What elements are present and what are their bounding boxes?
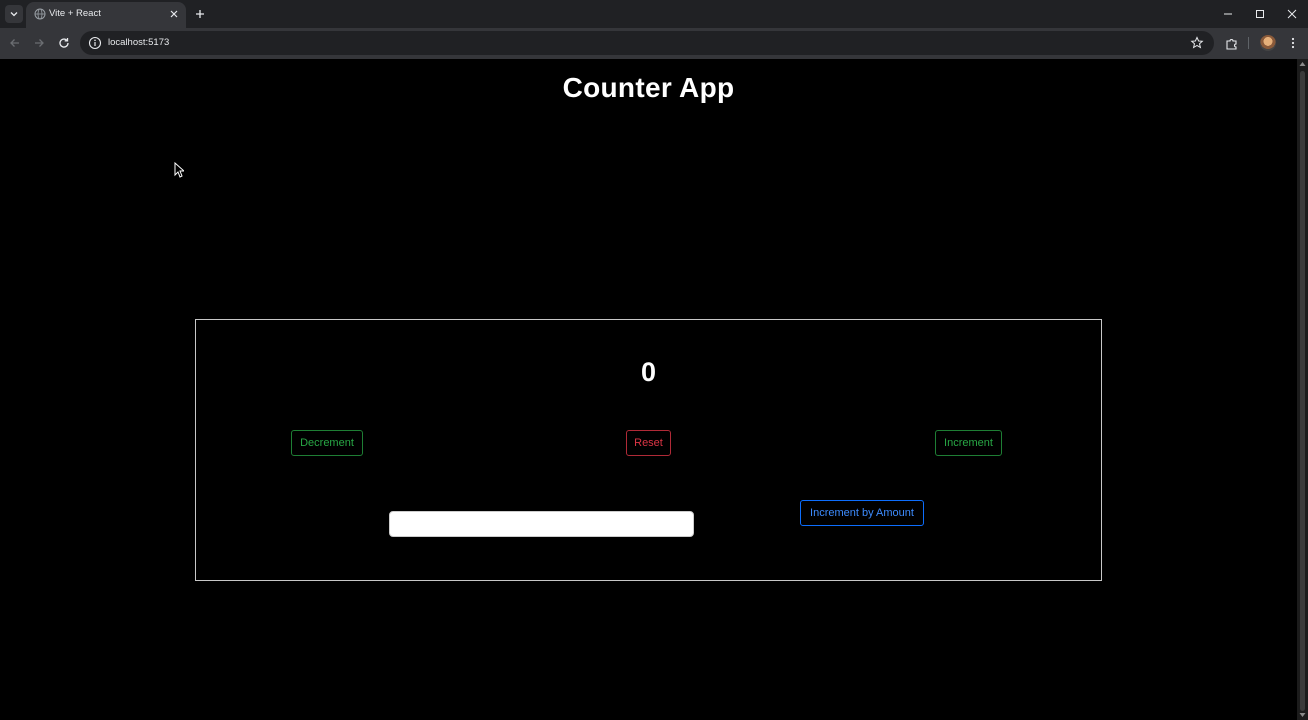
plus-icon (196, 10, 204, 18)
close-icon (170, 10, 178, 18)
extensions-button[interactable] (1222, 34, 1240, 52)
browser-tab[interactable]: Vite + React (26, 2, 186, 28)
page-title: Counter App (562, 72, 735, 103)
new-tab-button[interactable] (192, 6, 208, 22)
more-vertical-icon (1291, 37, 1295, 49)
arrow-right-icon (35, 39, 44, 47)
reset-button[interactable]: Reset (626, 430, 671, 456)
url-text: localhost:5173 (108, 37, 170, 48)
browser-toolbar: localhost:5173 (0, 28, 1308, 59)
tab-search-button[interactable] (5, 5, 23, 23)
close-tab-button[interactable] (168, 8, 180, 20)
maximize-button[interactable] (1251, 5, 1269, 23)
close-icon (1287, 9, 1297, 19)
close-window-button[interactable] (1283, 5, 1301, 23)
scroll-up-arrow-icon[interactable] (1299, 61, 1306, 67)
maximize-icon (1256, 10, 1264, 18)
address-bar[interactable]: localhost:5173 (80, 31, 1214, 55)
minimize-button[interactable] (1219, 5, 1237, 23)
info-icon[interactable] (88, 36, 102, 50)
increment-by-amount-button[interactable]: Increment by Amount (800, 500, 924, 526)
puzzle-icon (1225, 38, 1237, 50)
globe-icon (34, 8, 46, 20)
decrement-button[interactable]: Decrement (291, 430, 363, 456)
reload-button[interactable] (55, 34, 73, 52)
vertical-scrollbar[interactable] (1297, 59, 1308, 720)
arrow-left-icon (10, 39, 19, 47)
forward-button[interactable] (30, 34, 48, 52)
toolbar-separator (1248, 37, 1249, 49)
reload-icon (59, 38, 69, 48)
mouse-cursor-icon (174, 162, 184, 178)
counter-value: 0 (640, 357, 657, 387)
minimize-icon (1224, 13, 1232, 15)
chevron-down-icon (10, 12, 18, 17)
browser-tab-bar: Vite + React (0, 0, 1308, 28)
tab-title: Vite + React (49, 8, 101, 19)
page-viewport: Counter App 0 Decrement Reset Increment … (0, 59, 1297, 720)
browser-menu-button[interactable] (1284, 34, 1302, 52)
profile-avatar[interactable] (1260, 35, 1276, 51)
scroll-down-arrow-icon[interactable] (1299, 712, 1306, 718)
amount-input[interactable] (389, 511, 694, 537)
counter-panel: 0 Decrement Reset Increment Increment by… (195, 319, 1102, 581)
star-icon[interactable] (1190, 36, 1204, 50)
increment-button[interactable]: Increment (935, 430, 1002, 456)
scrollbar-thumb[interactable] (1300, 71, 1305, 711)
back-button[interactable] (6, 34, 24, 52)
